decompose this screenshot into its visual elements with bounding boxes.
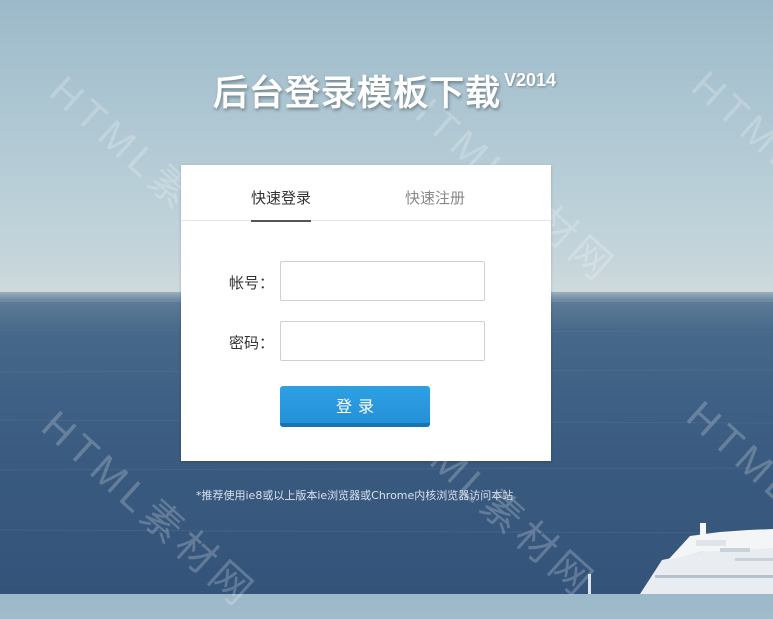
tab-quick-register[interactable]: 快速注册 — [405, 187, 465, 208]
version-label: V2014 — [504, 70, 557, 90]
login-button[interactable]: 登录 — [280, 386, 430, 427]
yacht-image — [588, 523, 773, 594]
account-label: 帐号： — [229, 274, 275, 292]
tab-quick-login[interactable]: 快速登录 — [251, 187, 312, 222]
browser-recommendation-note: *推荐使用ie8或以上版本ie浏览器或Chrome内核浏览器访问本站 — [196, 489, 514, 502]
login-panel: 快速登录 快速注册 帐号： 密码： 登录 — [181, 165, 551, 461]
password-label: 密码： — [229, 334, 275, 352]
tab-bar: 快速登录 快速注册 — [181, 165, 551, 222]
account-input[interactable] — [280, 261, 485, 301]
page-title: 后台登录模板下载 — [213, 74, 502, 114]
password-input[interactable] — [280, 321, 485, 361]
